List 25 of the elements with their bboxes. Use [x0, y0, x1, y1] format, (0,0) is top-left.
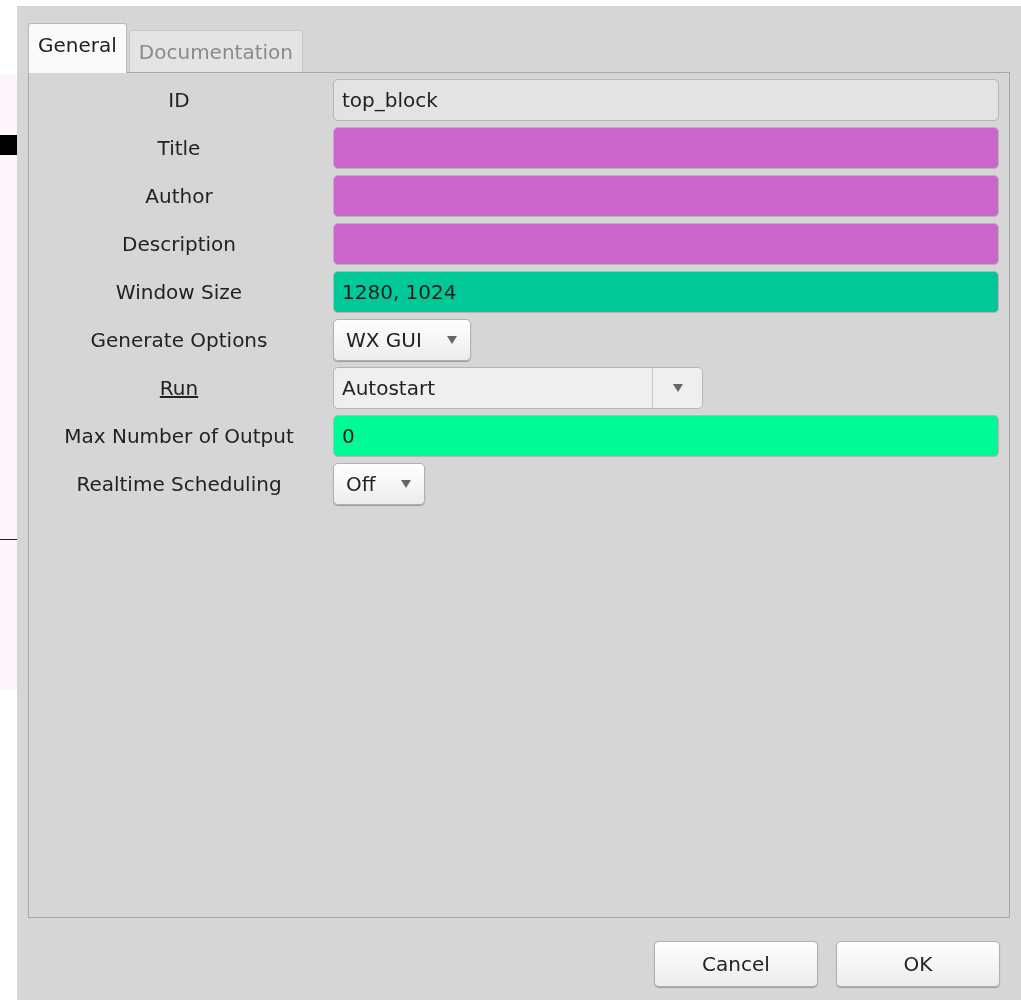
combo-box[interactable]: Autostart [333, 367, 703, 409]
text-field[interactable] [333, 127, 999, 169]
dropdown-arrow-icon [445, 335, 458, 345]
field-label: Window Size [115, 279, 243, 306]
field-label: ID [168, 87, 190, 114]
field-label: Run [159, 375, 199, 402]
dialog-button[interactable]: Cancel [654, 941, 818, 987]
dropdown-arrow-icon [399, 479, 412, 489]
field-label: Max Number of Output [64, 423, 294, 450]
text-field[interactable] [333, 223, 999, 265]
field-label: Generate Options [90, 327, 268, 354]
dialog-button[interactable]: OK [836, 941, 1000, 987]
text-field[interactable]: 1280, 1024 [333, 271, 999, 313]
field-label: Author [145, 183, 213, 210]
text-field[interactable]: top_block [333, 79, 999, 121]
window-edge-mark [0, 135, 17, 155]
text-field[interactable]: 0 [333, 415, 999, 457]
field-label: Description [122, 231, 236, 258]
tab[interactable]: General [28, 23, 127, 73]
field-label: Realtime Scheduling [76, 471, 282, 498]
field-label: Title [157, 135, 201, 162]
dropdown[interactable]: Off [333, 463, 425, 505]
dropdown[interactable]: WX GUI [333, 319, 471, 361]
dropdown-arrow-icon [671, 383, 684, 393]
text-field[interactable] [333, 175, 999, 217]
